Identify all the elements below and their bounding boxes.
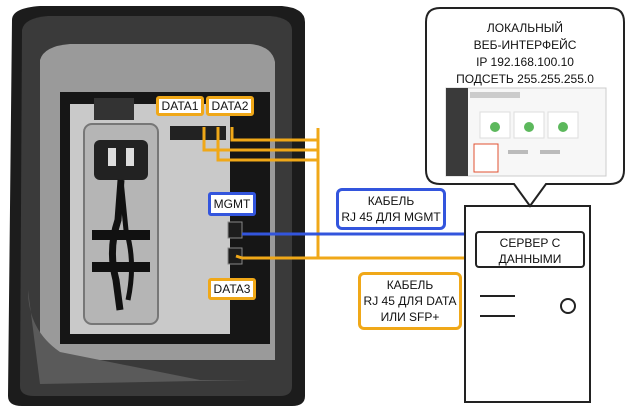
web-ui-line-1: ЛОКАЛЬНЫЙ <box>486 21 564 35</box>
web-ui-info: ЛОКАЛЬНЫЙ ВЕБ-ИНТЕРФЕЙС IP 192.168.100.1… <box>428 20 622 88</box>
web-ui-thumbnail <box>445 87 607 177</box>
mgmt-cable-label: КАБЕЛЬ RJ 45 ДЛЯ MGMT <box>336 188 446 230</box>
server-label-line-1: СЕРВЕР С <box>499 236 561 250</box>
server-label-line-2: ДАННЫМИ <box>498 252 562 266</box>
port-label-data3: DATA3 <box>208 278 256 300</box>
data-cable-line-1: КАБЕЛЬ <box>386 278 434 292</box>
server-label: СЕРВЕР С ДАННЫМИ <box>475 231 585 268</box>
mgmt-cable-line-1: КАБЕЛЬ <box>367 194 415 208</box>
web-ui-subnet: ПОДСЕТЬ 255.255.255.0 <box>456 72 594 86</box>
data-cable-label: КАБЕЛЬ RJ 45 ДЛЯ DATA ИЛИ SFP+ <box>358 272 462 330</box>
storage-device <box>8 6 305 406</box>
port-label-mgmt: MGMT <box>208 192 256 216</box>
data-cable-line-3: ИЛИ SFP+ <box>380 310 440 324</box>
network-diagram: ЛОКАЛЬНЫЙ ВЕБ-ИНТЕРФЕЙС IP 192.168.100.1… <box>0 0 635 412</box>
web-ui-ip: IP 192.168.100.10 <box>476 55 574 69</box>
mgmt-cable-line-2: RJ 45 ДЛЯ MGMT <box>341 210 441 224</box>
port-label-data1: DATA1 <box>156 96 204 116</box>
web-ui-line-2: ВЕБ-ИНТЕРФЕЙС <box>473 38 577 52</box>
port-label-data2: DATA2 <box>206 96 254 116</box>
data-cable-line-2: RJ 45 ДЛЯ DATA <box>363 294 457 308</box>
